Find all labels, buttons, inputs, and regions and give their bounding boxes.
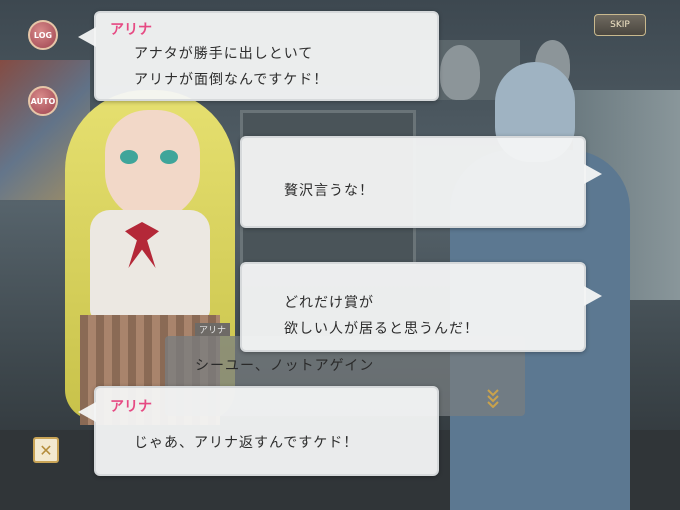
- background-dialogue-line: シーユー、ノットアゲイン: [195, 358, 375, 374]
- dialogue-bubble[interactable]: アリナ アナタが勝手に出しといて アリナが面倒なんですケド！: [78, 11, 439, 101]
- dialogue-line: 贅沢言うな！: [284, 183, 374, 199]
- speaker-name: アリナ: [110, 22, 152, 38]
- log-button[interactable]: LOG: [28, 20, 58, 50]
- dialogue-line: アナタが勝手に出しといて: [134, 46, 314, 62]
- character-arina-eye: [160, 150, 178, 164]
- speaker-name: アリナ: [110, 399, 152, 415]
- background-speaker-tag: アリナ: [195, 323, 231, 336]
- dialogue-bubble[interactable]: アリナ じゃあ、アリナ返すんですケド！: [78, 386, 439, 476]
- auto-button[interactable]: AUTO: [28, 86, 58, 116]
- dialogue-bubble[interactable]: どれだけ賞が 欲しい人が居ると思うんだ！: [240, 262, 602, 352]
- dialogue-line: 欲しい人が居ると思うんだ！: [284, 321, 479, 337]
- skip-icon: SKIP: [610, 20, 630, 30]
- character-arina-face: [105, 110, 200, 220]
- log-icon: LOG: [33, 30, 53, 40]
- close-icon: ✕: [39, 440, 53, 460]
- close-button[interactable]: ✕: [33, 437, 59, 463]
- auto-icon: AUTO: [30, 96, 56, 106]
- dialogue-line: アリナが面倒なんですケド！: [134, 72, 329, 88]
- bubble-tail: [78, 402, 96, 422]
- dialogue-line: どれだけ賞が: [284, 295, 374, 311]
- bubble-tail: [584, 286, 602, 306]
- dialogue-line: じゃあ、アリナ返すんですケド！: [134, 435, 359, 451]
- character-arina-eye: [120, 150, 138, 164]
- advance-arrow-icon[interactable]: [487, 388, 501, 409]
- bubble-tail: [78, 27, 96, 47]
- skip-button[interactable]: SKIP: [594, 14, 646, 36]
- bubble-tail: [584, 164, 602, 184]
- dialogue-bubble[interactable]: 贅沢言うな！: [240, 136, 602, 228]
- background-bust: [440, 45, 480, 100]
